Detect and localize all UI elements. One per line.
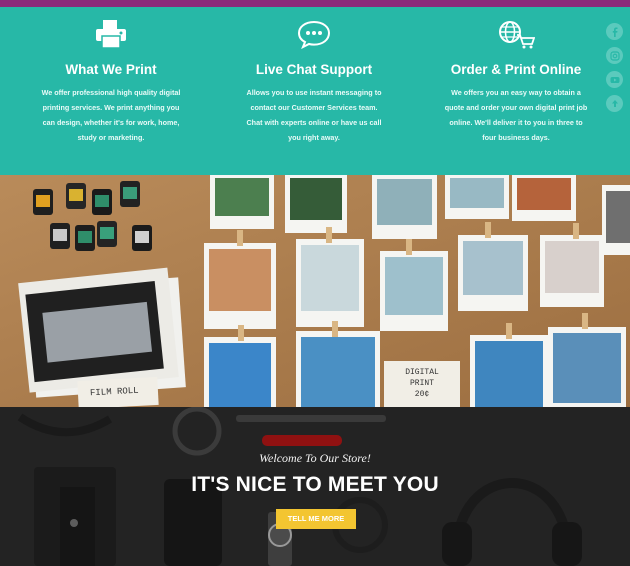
feature-what-we-print: What We Print We offer professional high… bbox=[16, 7, 206, 145]
feature-description: We offers you an easy way to obtain a quo… bbox=[444, 88, 588, 142]
social-links bbox=[606, 23, 624, 119]
instagram-icon[interactable] bbox=[606, 47, 623, 64]
youtube-icon[interactable] bbox=[606, 71, 623, 88]
feature-description: Allows you to use instant messaging to co… bbox=[246, 88, 382, 142]
feature-title: Live Chat Support bbox=[255, 62, 373, 77]
feature-title: What We Print bbox=[65, 62, 157, 77]
film-negative-stack bbox=[18, 267, 186, 398]
upload-icon[interactable] bbox=[606, 95, 623, 112]
features-section: What We Print We offer professional high… bbox=[0, 7, 630, 175]
welcome-hero: Welcome To Our Store! IT'S NICE TO MEET … bbox=[0, 407, 630, 566]
globe-cart-icon bbox=[421, 15, 611, 53]
digital-print-card: DIGITAL PRINT 20¢ bbox=[405, 368, 439, 399]
feature-description: We offer professional high quality digit… bbox=[41, 88, 181, 142]
hero-headline: IT'S NICE TO MEET YOU bbox=[191, 473, 439, 496]
polaroid-photo-banner: FILM ROLL DIGITAL PRINT 20¢ bbox=[0, 175, 630, 407]
chat-bubble-icon bbox=[219, 15, 409, 53]
facebook-icon[interactable] bbox=[606, 23, 623, 40]
feature-title: Order & Print Online bbox=[450, 62, 582, 77]
top-accent-bar bbox=[0, 0, 630, 7]
feature-live-chat-support: Live Chat Support Allows you to use inst… bbox=[219, 7, 409, 145]
tell-me-more-button[interactable]: TELL ME MORE bbox=[276, 509, 356, 529]
printer-icon bbox=[16, 15, 206, 53]
feature-order-print-online: Order & Print Online We offers you an ea… bbox=[421, 7, 611, 145]
welcome-text: Welcome To Our Store! bbox=[259, 451, 371, 465]
